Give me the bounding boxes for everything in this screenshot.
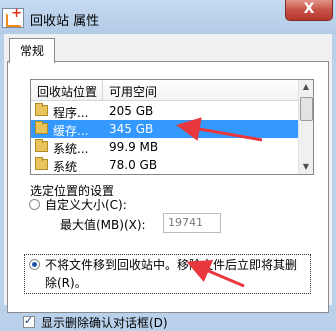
title-bar: + 回收站 属性 X [0, 0, 336, 34]
close-icon: X [303, 1, 315, 17]
column-header-location[interactable]: 回收站位置 [37, 83, 97, 100]
no-move-label-line-1[interactable]: 不将文件移到回收站中。移除文件后立即将其删 [45, 256, 297, 273]
tab-panel-general: 回收站位置 可用空间 程序... 205 GB 缓存... 345 GB 系统.… [7, 61, 329, 330]
list-header: 回收站位置 可用空间 [31, 80, 298, 101]
show-confirm-label[interactable]: 显示删除确认对话框(D) [41, 314, 168, 331]
folder-icon [35, 121, 48, 134]
recycle-location-list[interactable]: 回收站位置 可用空间 程序... 205 GB 缓存... 345 GB 系统.… [30, 79, 314, 175]
list-row-cache[interactable]: 缓存... 345 GB [31, 120, 298, 138]
custom-size-label[interactable]: 自定义大小(C): [45, 196, 127, 213]
row-name: 系统... [53, 142, 89, 156]
row-free-space: 78.0 GB [109, 158, 158, 172]
custom-size-radio[interactable] [29, 199, 40, 210]
no-move-radio[interactable] [29, 259, 40, 270]
folder-icon [35, 157, 48, 170]
row-free-space: 205 GB [109, 104, 154, 118]
row-free-space: 345 GB [109, 122, 154, 136]
show-confirm-checkbox[interactable]: ✓ [23, 314, 35, 328]
folder-icon [35, 103, 48, 116]
row-name: 系统 [53, 160, 78, 174]
list-row-program[interactable]: 程序... 205 GB [31, 102, 298, 120]
list-row-system-2[interactable]: 系统 78.0 GB [31, 156, 298, 174]
tab-general-label: 常规 [19, 44, 44, 58]
scroll-down-icon[interactable]: ▼ [300, 160, 312, 174]
close-button[interactable]: X [285, 0, 333, 21]
recycle-bin-properties-icon: + [2, 6, 24, 28]
tab-general[interactable]: 常规 [9, 38, 55, 63]
max-size-input[interactable]: 19741 [163, 213, 221, 233]
list-scrollbar[interactable]: ▲ ▼ [298, 80, 313, 174]
row-free-space: 99.9 MB [109, 140, 159, 154]
max-size-label: 最大值(MB)(X): [60, 218, 146, 232]
checkmark-icon: ✓ [24, 314, 34, 327]
no-move-label-line-2[interactable]: 除(R)。 [45, 274, 87, 291]
scroll-thumb[interactable] [300, 97, 313, 121]
row-name: 程序... [53, 106, 89, 120]
row-name: 缓存... [53, 124, 89, 138]
window-title: 回收站 属性 [30, 14, 100, 29]
folder-icon [35, 139, 48, 152]
scroll-up-icon[interactable]: ▲ [300, 80, 312, 94]
list-row-system-1[interactable]: 系统... 99.9 MB [31, 138, 298, 156]
column-header-free-space[interactable]: 可用空间 [109, 83, 157, 100]
max-size-value: 19741 [168, 216, 203, 229]
dialog-body: 常规 回收站位置 可用空间 程序... 205 GB 缓存... 345 GB … [4, 34, 332, 330]
